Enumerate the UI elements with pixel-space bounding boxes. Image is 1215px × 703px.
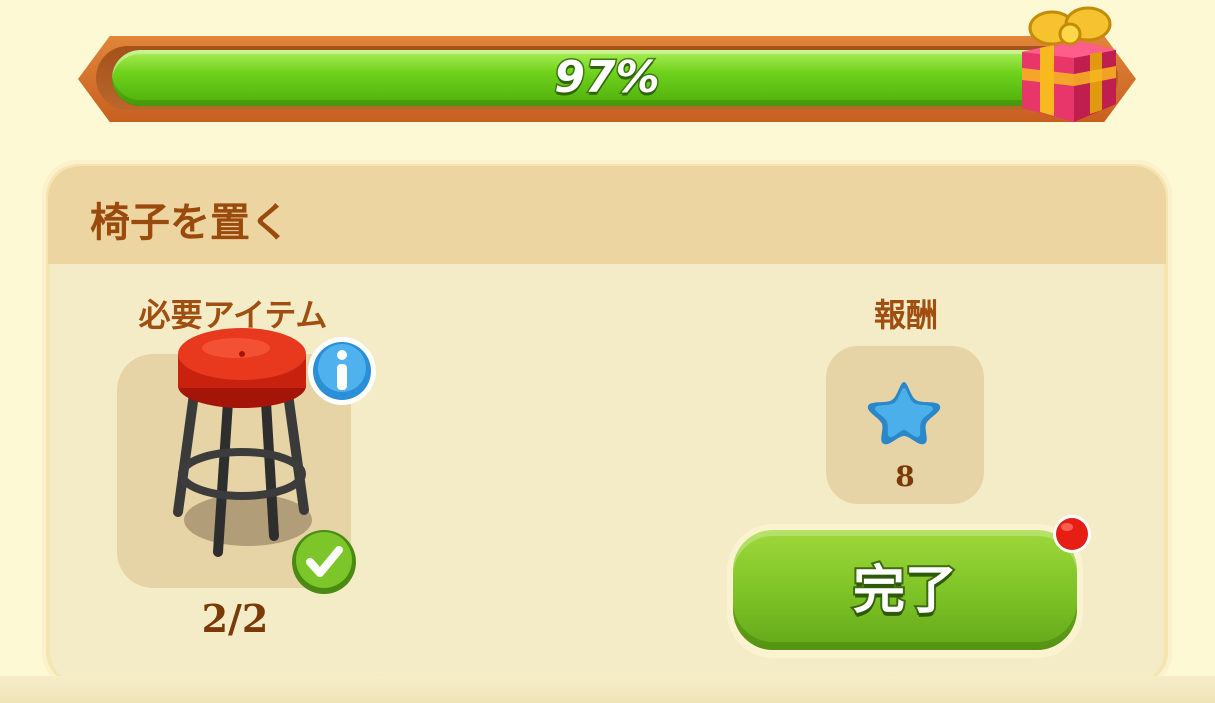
gift-box-icon[interactable] bbox=[1012, 0, 1124, 124]
item-count: 2/2 bbox=[201, 596, 269, 641]
info-icon[interactable] bbox=[306, 335, 378, 407]
notification-dot-icon bbox=[1053, 515, 1091, 553]
bottom-strip bbox=[0, 676, 1215, 703]
checkmark-icon bbox=[292, 530, 356, 594]
blue-star-icon bbox=[867, 382, 941, 445]
reward-amount: 8 bbox=[895, 460, 915, 493]
complete-button[interactable]: 完了 bbox=[727, 524, 1083, 658]
task-title: 椅子を置く bbox=[90, 200, 290, 246]
progress-percent: 97% bbox=[553, 51, 661, 105]
task-screen: 97% 椅子を置く 必要アイテム 報酬 2/2 8 完了 bbox=[0, 0, 1215, 703]
reward-label: 報酬 bbox=[873, 296, 938, 334]
complete-button-label: 完了 bbox=[851, 559, 959, 623]
